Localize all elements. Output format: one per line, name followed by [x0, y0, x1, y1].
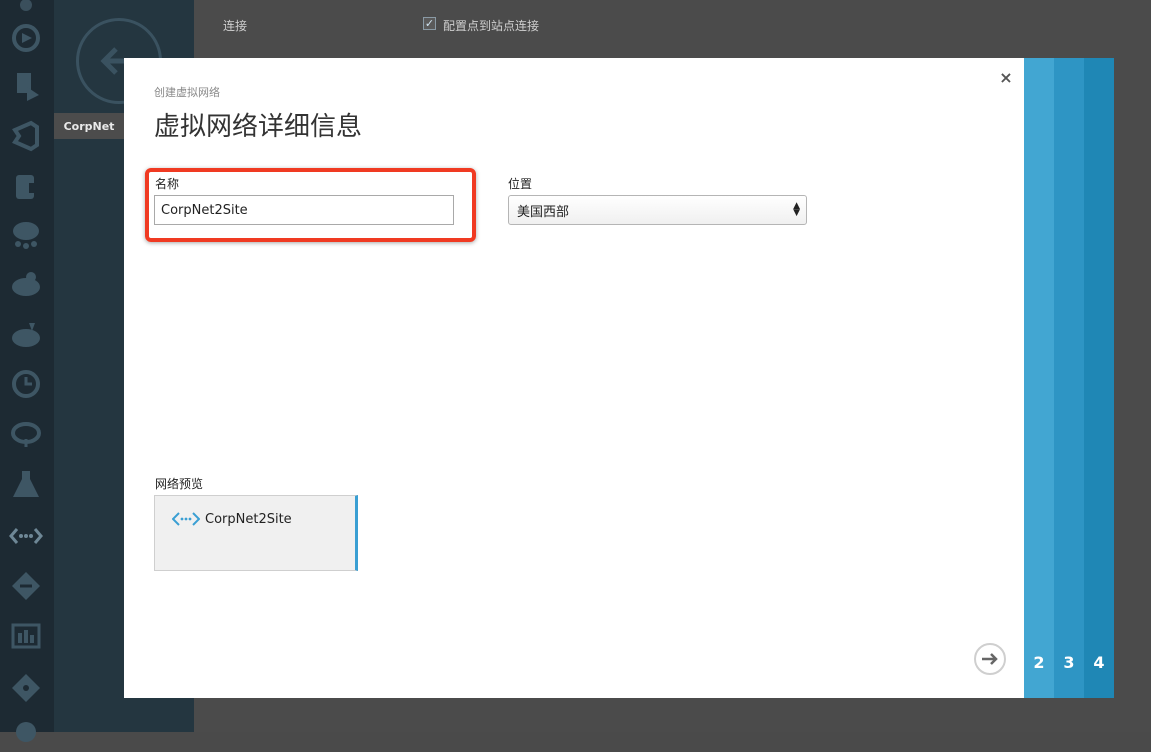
point-to-site-checkbox-label: 配置点到站点连接 — [443, 19, 540, 33]
cloud-service-icon[interactable] — [6, 264, 46, 304]
network-preview-label: 网络预览 — [155, 477, 204, 491]
step-3-label: 3 — [1063, 653, 1075, 672]
dialog-title: 虚拟网络详细信息 — [154, 112, 363, 142]
name-input[interactable] — [154, 195, 454, 225]
corpnet-nav-item[interactable]: CorpNet — [54, 113, 124, 139]
step-3[interactable]: 3 — [1054, 58, 1084, 698]
location-select[interactable]: 美国西部 ▲ ▼ — [508, 195, 807, 225]
flask-icon[interactable] — [6, 464, 46, 504]
next-button[interactable] — [974, 643, 1006, 675]
virtual-network-icon — [172, 512, 200, 526]
git-icon[interactable] — [6, 668, 46, 708]
step-4[interactable]: 4 — [1084, 58, 1114, 698]
cloud-network-icon[interactable] — [6, 214, 46, 254]
name-label: 名称 — [155, 177, 180, 191]
point-to-site-checkbox[interactable]: ✓ — [423, 17, 436, 30]
dialog-subtitle: 创建虚拟网络 — [154, 86, 220, 99]
gear-circle-icon[interactable] — [6, 18, 46, 58]
left-icon-rail — [0, 0, 54, 742]
scheduler-icon[interactable] — [6, 364, 46, 404]
cloud-sync-icon[interactable] — [6, 414, 46, 454]
step-2-label: 2 — [1033, 653, 1045, 672]
step-4-label: 4 — [1093, 653, 1105, 672]
create-virtual-network-dialog: × 创建虚拟网络 虚拟网络详细信息 名称 位置 美国西部 ▲▼ 网络预览 Cor… — [124, 58, 1024, 698]
connection-label: 连接 — [223, 19, 248, 33]
storage-icon[interactable] — [6, 166, 46, 206]
visual-studio-icon[interactable] — [6, 116, 46, 156]
network-preview-card: CorpNet2Site — [154, 495, 358, 571]
location-label: 位置 — [508, 177, 533, 191]
traffic-icon[interactable] — [6, 566, 46, 606]
preview-network-name: CorpNet2Site — [205, 512, 292, 527]
add-icon[interactable] — [6, 712, 46, 752]
step-2[interactable]: 2 — [1024, 58, 1054, 698]
virtual-network-icon[interactable] — [6, 516, 46, 556]
deploy-icon[interactable] — [6, 66, 46, 106]
select-arrows-icon: ▲ ▼ — [793, 201, 800, 218]
cloud-media-icon[interactable] — [6, 314, 46, 354]
close-button[interactable]: × — [998, 70, 1014, 86]
arrow-right-icon — [982, 653, 998, 665]
location-selected-value: 美国西部 — [517, 204, 570, 220]
dashboard-icon[interactable] — [6, 616, 46, 656]
